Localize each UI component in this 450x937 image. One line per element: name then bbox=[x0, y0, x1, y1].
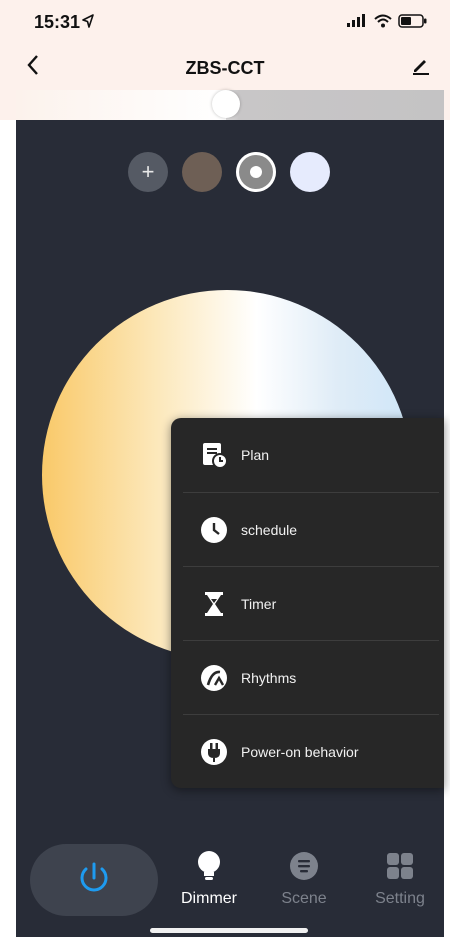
status-indicators bbox=[346, 14, 428, 33]
add-preset-button[interactable]: + bbox=[128, 152, 168, 192]
edit-button[interactable] bbox=[406, 52, 436, 82]
control-panel: + Plan schedule Timer Rhythms Power-on b… bbox=[16, 120, 444, 836]
tab-setting[interactable]: Setting bbox=[360, 850, 440, 920]
plan-icon bbox=[197, 438, 231, 472]
status-time: 15:31 bbox=[34, 12, 81, 32]
rhythm-icon bbox=[197, 661, 231, 695]
app-screen: 15:31 ZBS-CCT + Plan schedule Timer Rhyt… bbox=[0, 0, 450, 937]
tab-label: Scene bbox=[281, 890, 327, 907]
selected-dot-icon bbox=[250, 166, 262, 178]
home-indicator bbox=[150, 928, 308, 933]
menu-item-label: schedule bbox=[241, 522, 298, 538]
preset-swatch-selected[interactable] bbox=[236, 152, 276, 192]
wifi-icon bbox=[374, 14, 392, 33]
hourglass-icon bbox=[197, 587, 231, 621]
preset-swatch-warm[interactable] bbox=[182, 152, 222, 192]
pencil-icon bbox=[411, 55, 431, 80]
menu-item-plan[interactable]: Plan bbox=[171, 418, 439, 492]
brightness-slider-thumb[interactable] bbox=[212, 90, 240, 118]
tab-label: Dimmer bbox=[181, 890, 237, 907]
menu-item-rhythms[interactable]: Rhythms bbox=[171, 641, 439, 715]
battery-icon bbox=[398, 14, 428, 33]
menu-item-schedule[interactable]: schedule bbox=[171, 493, 439, 567]
menu-item-label: Timer bbox=[241, 596, 277, 612]
menu-item-label: Plan bbox=[241, 447, 270, 463]
grid-icon bbox=[384, 850, 416, 882]
plus-icon: + bbox=[141, 159, 155, 184]
popup-menu: Plan schedule Timer Rhythms Power-on beh… bbox=[171, 418, 444, 788]
bottom-nav: Dimmer Scene Setting bbox=[16, 836, 444, 937]
power-button[interactable] bbox=[30, 844, 158, 916]
clock-icon bbox=[197, 513, 231, 547]
plug-icon bbox=[197, 735, 231, 769]
tab-dimmer[interactable]: Dimmer bbox=[169, 850, 249, 920]
brightness-slider-fill bbox=[16, 90, 226, 120]
tab-scene[interactable]: Scene bbox=[264, 850, 344, 920]
scene-icon bbox=[288, 850, 320, 882]
location-arrow-icon bbox=[82, 14, 94, 33]
status-bar: 15:31 bbox=[0, 0, 450, 46]
signal-icon bbox=[346, 14, 368, 33]
preset-swatch-cool[interactable] bbox=[290, 152, 330, 192]
color-presets: + bbox=[128, 152, 330, 192]
menu-item-label: Power-on behavior bbox=[241, 744, 359, 760]
page-title: ZBS-CCT bbox=[185, 58, 265, 78]
power-icon bbox=[75, 859, 113, 902]
tab-label: Setting bbox=[375, 890, 425, 907]
navigation-bar: ZBS-CCT bbox=[0, 46, 450, 88]
bulb-icon bbox=[193, 850, 225, 882]
menu-item-label: Rhythms bbox=[241, 670, 297, 686]
brightness-slider[interactable] bbox=[16, 90, 444, 120]
menu-item-power-on-behavior[interactable]: Power-on behavior bbox=[171, 715, 439, 789]
menu-item-timer[interactable]: Timer bbox=[171, 567, 439, 641]
